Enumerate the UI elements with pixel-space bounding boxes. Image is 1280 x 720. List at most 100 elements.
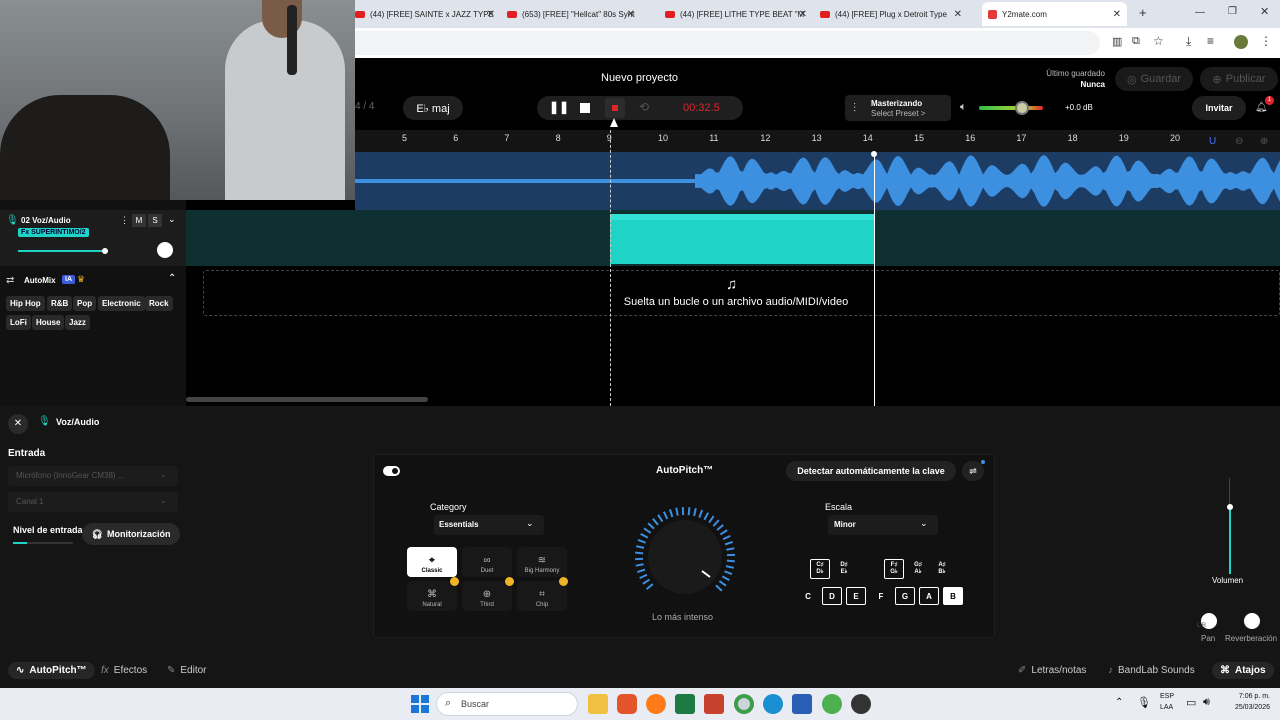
settings-sliders-icon[interactable]: ⇌	[962, 461, 984, 481]
record-button[interactable]	[605, 98, 625, 118]
time-signature[interactable]: 4 / 4	[355, 101, 374, 112]
zoom-in-icon[interactable]: ⊕	[1260, 136, 1268, 147]
master-volume-knob[interactable]	[1015, 101, 1029, 115]
zoom-out-icon[interactable]: ⊖	[1235, 136, 1243, 147]
browser-tab[interactable]: (44) [FREE] LITHE TYPE BEAT "M ✕	[665, 5, 807, 23]
preset-third[interactable]: ⊕ Third	[462, 581, 512, 611]
scale-key-sharp[interactable]: G♯ A♭	[908, 559, 928, 579]
autopitch-toggle[interactable]	[383, 466, 400, 476]
tab-effects[interactable]: fx Efectos	[101, 665, 147, 676]
chevron-down-icon[interactable]: ⌄	[168, 214, 176, 225]
volume-fader[interactable]	[1214, 478, 1242, 578]
scale-key-e[interactable]: E	[846, 587, 866, 605]
speaker-icon[interactable]: 🔈︎	[960, 101, 967, 114]
scale-select[interactable]: Minor ⌄	[828, 515, 938, 535]
magnet-icon[interactable]: U	[1209, 136, 1216, 147]
browser-tab-active[interactable]: Y2mate.com ✕	[982, 2, 1127, 26]
track-menu-icon[interactable]: ⋮	[120, 215, 129, 226]
track-pan-knob[interactable]	[157, 242, 173, 258]
bookmark-star-icon[interactable]: ☆	[1153, 34, 1164, 48]
playhead[interactable]	[874, 154, 875, 406]
restore-icon[interactable]: ❐	[1228, 6, 1237, 17]
timeline-area[interactable]: ♫ Suelta un bucle o un archivo audio/MID…	[186, 210, 1280, 406]
close-tab-icon[interactable]: ✕	[799, 9, 807, 20]
detect-key-button[interactable]: Detectar automáticamente la clave	[786, 461, 956, 481]
fx-badge[interactable]: Fx SUPERINTIMO/2	[18, 228, 89, 237]
preset-classic[interactable]: ⌖ Classic	[407, 547, 457, 577]
minimize-icon[interactable]: —	[1195, 7, 1205, 18]
genre-chip[interactable]: Hip Hop	[6, 296, 45, 311]
taskbar-time[interactable]: 7:06 p. m.	[1222, 693, 1270, 700]
file-explorer-icon[interactable]	[588, 694, 608, 714]
tab-editor[interactable]: ✎ Editor	[167, 665, 207, 676]
loop-icon[interactable]: ⟲	[639, 100, 649, 114]
mute-button[interactable]: M	[132, 214, 146, 227]
recording-clip[interactable]	[610, 214, 874, 264]
reverb-knob[interactable]	[1244, 613, 1260, 629]
track-volume-handle[interactable]	[102, 248, 108, 254]
close-window-icon[interactable]: ✕	[1260, 5, 1269, 18]
key-selector[interactable]: E♭ maj	[403, 96, 463, 120]
taskbar-search[interactable]: ⌕ Buscar	[436, 692, 578, 716]
mastering-button[interactable]: ⫶ Masterizando Select Preset >	[845, 95, 951, 121]
genre-chip[interactable]: Jazz	[65, 315, 90, 330]
scale-key-sharp[interactable]: D♯ E♭	[834, 559, 854, 579]
download-icon[interactable]: ⤓	[1186, 34, 1191, 49]
taskbar-date[interactable]: 25/03/2026	[1222, 704, 1270, 711]
genre-chip[interactable]: LoFi	[6, 315, 31, 330]
drop-zone[interactable]	[203, 270, 1280, 316]
chrome-icon[interactable]	[734, 694, 754, 714]
solo-button[interactable]: S	[148, 214, 162, 227]
timeline-ruler[interactable]: 5 6 7 8 9 10 11 12 13 14 15 16 17 18 19 20 U ⊖ ⊕	[355, 130, 1280, 152]
audio-track-1[interactable]	[355, 152, 1280, 210]
powerpoint-icon[interactable]	[704, 694, 724, 714]
tab-bandlab-sounds[interactable]: ♪ BandLab Sounds	[1108, 665, 1195, 676]
genre-chip[interactable]: Electronic	[98, 296, 145, 311]
track-name[interactable]: 02 Voz/Audio	[21, 216, 71, 225]
volume-fader-handle[interactable]	[1227, 504, 1233, 510]
close-tab-icon[interactable]: ✕	[954, 9, 962, 20]
profile-avatar[interactable]	[1234, 35, 1248, 49]
scale-key-d[interactable]: D	[822, 587, 842, 605]
word-icon[interactable]	[792, 694, 812, 714]
pause-button[interactable]: ❚❚	[549, 100, 569, 114]
browser-tab[interactable]: (653) [FREE] "Hellcat" 80s Synth ✕	[507, 5, 635, 23]
language-top[interactable]: ESP	[1160, 693, 1174, 700]
brave-icon[interactable]	[617, 694, 637, 714]
preset-natural[interactable]: ⌘ Natural	[407, 581, 457, 611]
browser-menu-icon[interactable]: ⋮	[1260, 34, 1272, 48]
horizontal-scrollbar[interactable]	[186, 397, 428, 402]
chrome-profile-icon[interactable]	[822, 694, 842, 714]
playhead-handle[interactable]	[871, 151, 877, 157]
input-device-select[interactable]: Micrófono (InnoGear CM38) ... ⌄	[8, 466, 178, 486]
master-volume-slider[interactable]	[979, 106, 1043, 110]
invite-button[interactable]: Invitar	[1192, 96, 1246, 120]
playhead-start[interactable]	[610, 130, 611, 406]
preset-duet[interactable]: ∞ Duet	[462, 547, 512, 577]
browser-tab[interactable]: (44) [FREE] Plug x Detroit Type ✕	[820, 5, 962, 23]
windows-start-icon[interactable]	[410, 694, 430, 714]
genre-chip[interactable]: House	[32, 315, 65, 330]
close-tab-icon[interactable]: ✕	[1113, 9, 1121, 20]
stop-button[interactable]	[580, 103, 590, 113]
publish-button[interactable]: ⊕ Publicar	[1200, 67, 1278, 91]
scale-key-sharp[interactable]: C♯ D♭	[810, 559, 830, 579]
monitor-button[interactable]: 🎧︎ Monitorización	[82, 523, 180, 545]
obs-icon[interactable]	[851, 694, 871, 714]
cast-icon[interactable]: ⧉	[1132, 35, 1140, 48]
microphone-tray-icon[interactable]: 🎙︎	[1137, 696, 1151, 709]
scale-key-f[interactable]: F	[871, 587, 891, 605]
volume-tray-icon[interactable]: 🔊︎	[1203, 696, 1210, 709]
genre-chip[interactable]: R&B	[47, 296, 73, 311]
language-bottom[interactable]: LAA	[1160, 704, 1173, 711]
firefox-icon[interactable]	[646, 694, 666, 714]
channel-select[interactable]: Canal 1 ⌄	[8, 492, 178, 512]
scale-key-g[interactable]: G	[895, 587, 915, 605]
sidebar-icon[interactable]: ▥	[1112, 35, 1122, 48]
close-panel-icon[interactable]: ✕	[8, 414, 28, 434]
network-icon[interactable]: ▭	[1186, 696, 1196, 709]
tab-autopitch[interactable]: ∿ AutoPitch™	[8, 662, 95, 679]
scale-key-a[interactable]: A	[919, 587, 939, 605]
category-select[interactable]: Essentials ⌄	[434, 515, 544, 535]
project-title[interactable]: Nuevo proyecto	[601, 72, 678, 84]
